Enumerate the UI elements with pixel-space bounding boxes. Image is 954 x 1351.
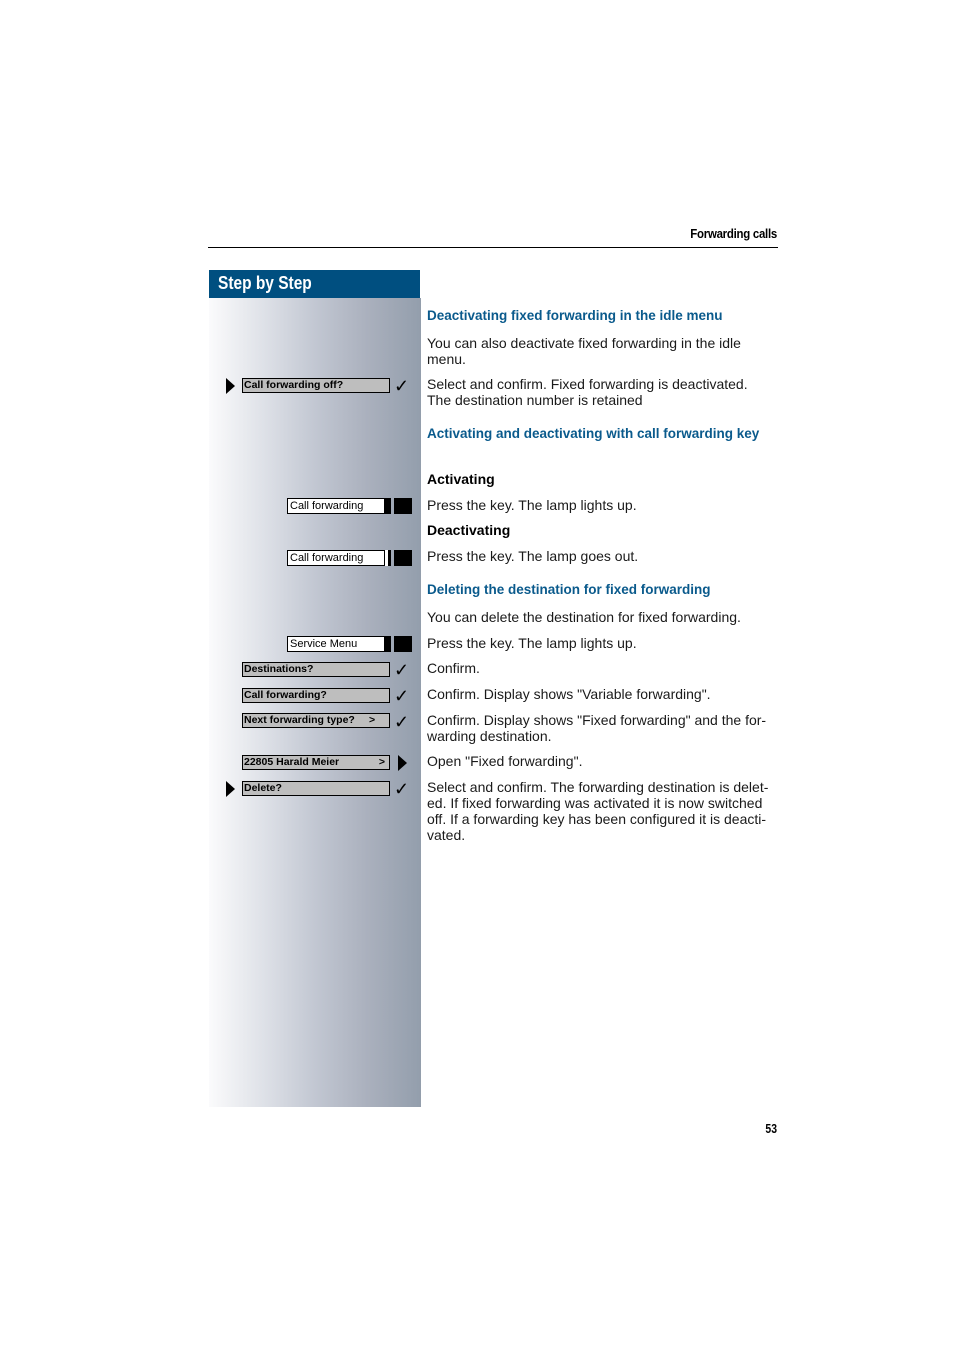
section3-intro: You can delete the destination for fixed… bbox=[427, 609, 741, 625]
deactivating-text: Press the key. The lamp goes out. bbox=[427, 548, 639, 564]
open-arrow-icon[interactable] bbox=[398, 755, 407, 771]
confirm-check-icon[interactable]: ✓ bbox=[394, 661, 412, 679]
section3-step-5: Open "Fixed forwarding". bbox=[427, 753, 583, 769]
section3-step-3: Confirm. Display shows "Variable forward… bbox=[427, 686, 711, 702]
service-menu-key-label: Service Menu bbox=[287, 636, 391, 652]
section3-step-6: Select and confirm. The forwarding desti… bbox=[427, 779, 769, 843]
header-rule bbox=[208, 247, 778, 248]
key-label-text: Call forwarding bbox=[290, 552, 364, 564]
section-heading-delete-destination: Deleting the destination for fixed forwa… bbox=[427, 582, 711, 597]
banner-title: Step by Step bbox=[218, 273, 312, 293]
lamp-on-icon bbox=[384, 636, 390, 652]
confirm-check-icon[interactable]: ✓ bbox=[394, 687, 412, 705]
service-menu-key-button[interactable] bbox=[394, 636, 412, 652]
confirm-check-icon[interactable]: ✓ bbox=[394, 713, 412, 731]
call-forwarding-key-label: Call forwarding bbox=[287, 550, 391, 566]
display-call-forwarding-off[interactable]: Call forwarding off? bbox=[242, 378, 390, 393]
section3-step-2: Confirm. bbox=[427, 660, 480, 676]
section3-step-1: Press the key. The lamp lights up. bbox=[427, 635, 637, 651]
confirm-check-icon[interactable]: ✓ bbox=[394, 377, 412, 395]
confirm-check-icon[interactable]: ✓ bbox=[394, 780, 412, 798]
more-indicator: > bbox=[369, 714, 376, 726]
display-destinations[interactable]: Destinations? bbox=[242, 662, 390, 677]
section1-step: Select and confirm. Fixed forwarding is … bbox=[427, 376, 748, 408]
activating-text: Press the key. The lamp lights up. bbox=[427, 497, 637, 513]
display-text: Call forwarding off? bbox=[244, 379, 344, 391]
display-call-forwarding[interactable]: Call forwarding? bbox=[242, 688, 390, 703]
key-label-text: Call forwarding bbox=[290, 500, 364, 512]
key-label-text: Service Menu bbox=[290, 638, 358, 650]
lamp-on-icon bbox=[384, 498, 390, 514]
step-by-step-banner: Step by Step bbox=[209, 270, 420, 298]
section1-intro: You can also deactivate fixed forwarding… bbox=[427, 335, 741, 367]
display-text: Delete? bbox=[244, 782, 282, 794]
page-number: 53 bbox=[765, 1121, 777, 1136]
display-delete[interactable]: Delete? bbox=[242, 781, 390, 796]
subheading-deactivating: Deactivating bbox=[427, 522, 511, 538]
display-text: Destinations? bbox=[244, 663, 314, 675]
running-header: Forwarding calls bbox=[690, 226, 777, 241]
select-arrow-icon bbox=[226, 781, 235, 797]
display-text: 22805 Harald Meier bbox=[244, 756, 340, 768]
call-forwarding-key-label: Call forwarding bbox=[287, 498, 391, 514]
section-heading-forwarding-key: Activating and deactivating with call fo… bbox=[427, 426, 760, 441]
section3-step-4: Confirm. Display shows "Fixed forwarding… bbox=[427, 712, 767, 744]
subheading-activating: Activating bbox=[427, 471, 495, 487]
more-indicator: > bbox=[378, 756, 385, 768]
display-text: Call forwarding? bbox=[244, 689, 327, 701]
call-forwarding-key-button[interactable] bbox=[394, 550, 412, 566]
display-harald-meier[interactable]: 22805 Harald Meier > bbox=[242, 755, 390, 770]
section-heading-idle-menu: Deactivating fixed forwarding in the idl… bbox=[427, 308, 723, 323]
select-arrow-icon bbox=[226, 378, 235, 394]
lamp-off-icon bbox=[384, 550, 390, 566]
display-text: Next forwarding type? bbox=[244, 714, 355, 726]
display-next-forwarding-type[interactable]: Next forwarding type? > bbox=[242, 713, 390, 728]
call-forwarding-key-button[interactable] bbox=[394, 498, 412, 514]
